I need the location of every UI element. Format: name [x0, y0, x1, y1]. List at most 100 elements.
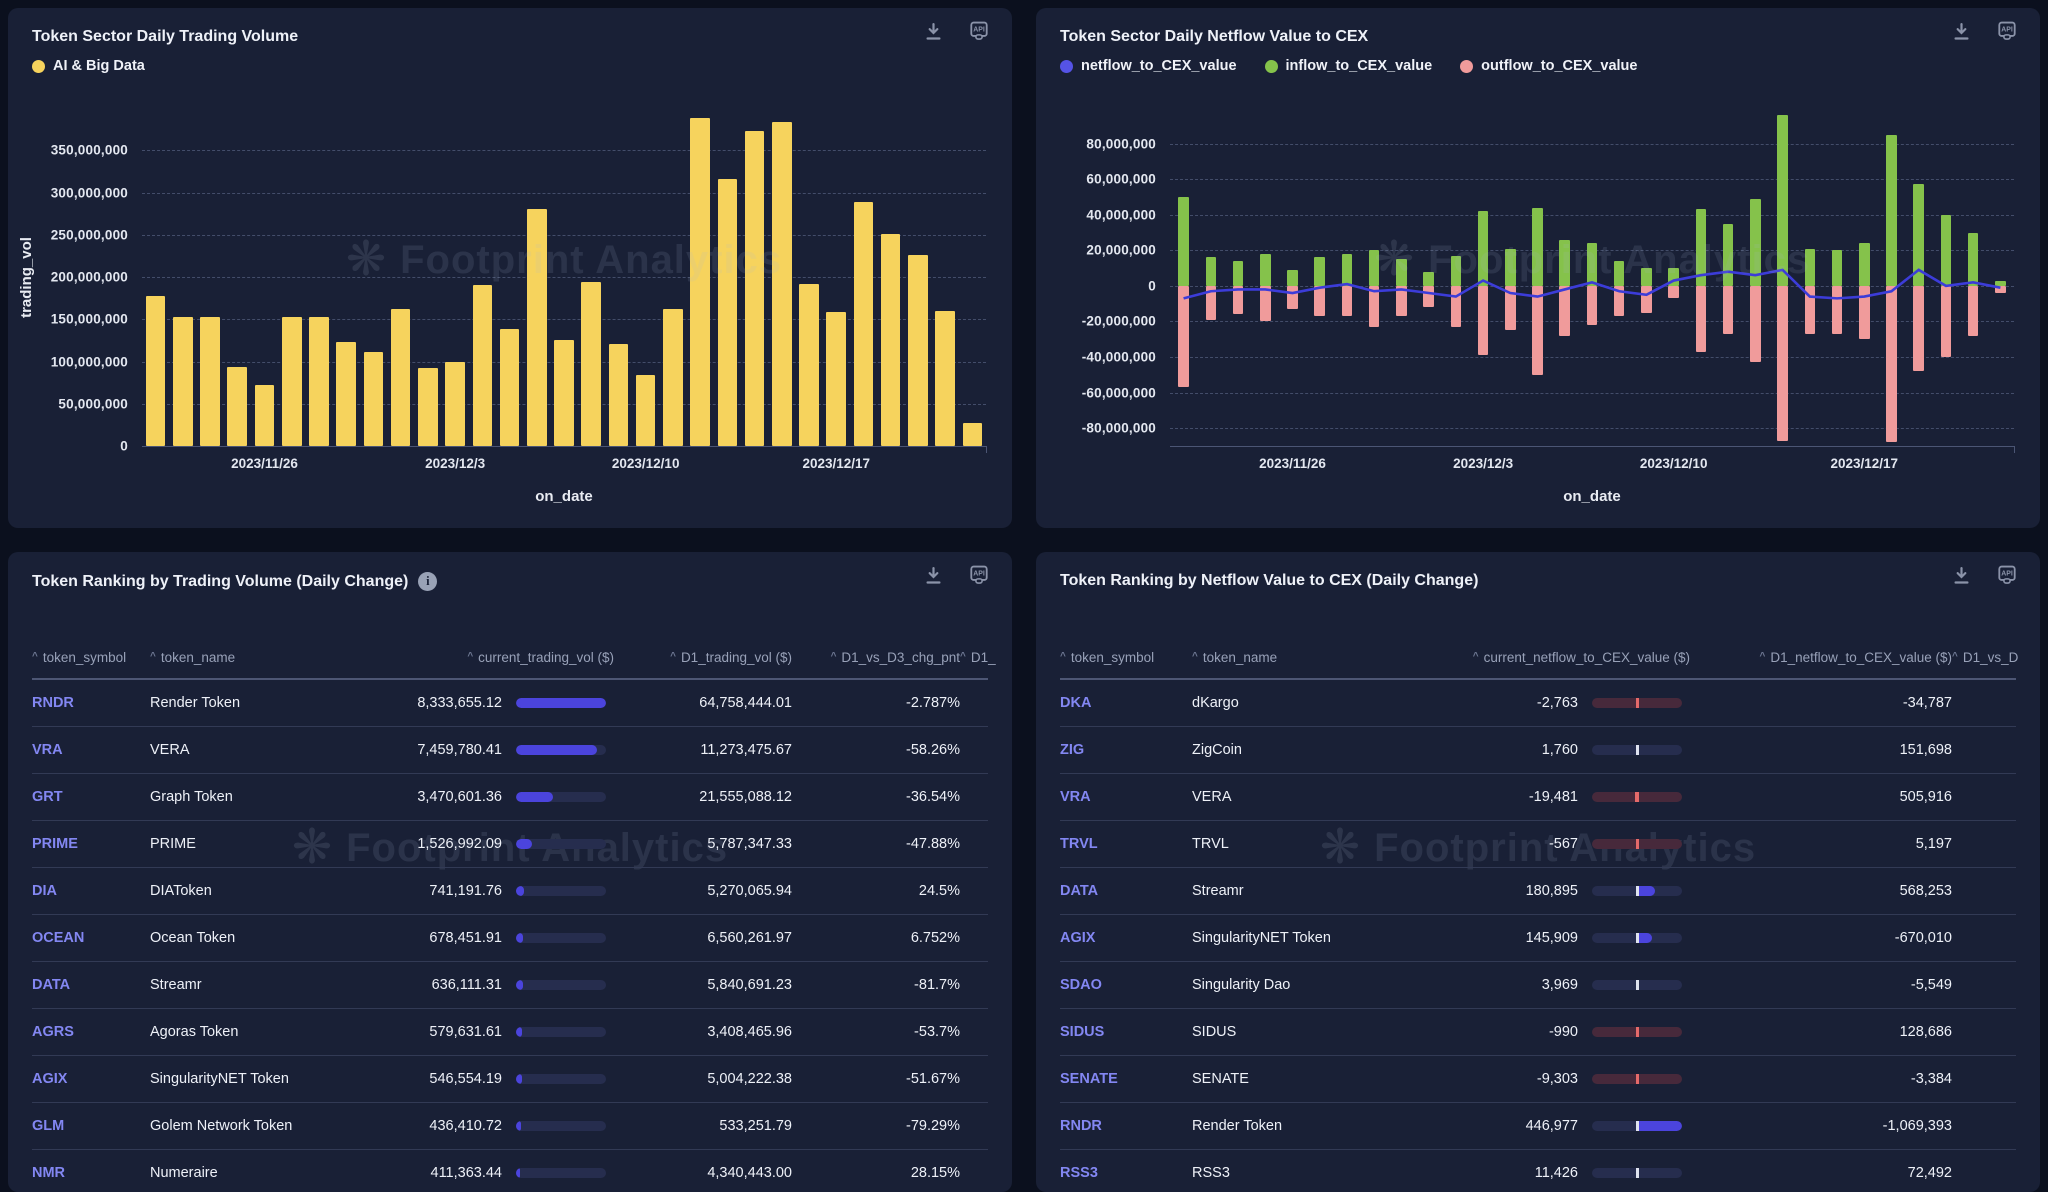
download-icon[interactable] [1950, 20, 1972, 42]
cell-token-symbol[interactable]: VRA [1060, 789, 1192, 805]
column-header-d1-netflow-to-cex-value-[interactable]: ^D1_netflow_to_CEX_value ($) [1690, 650, 1952, 665]
cell-token-name: Ocean Token [150, 930, 362, 946]
cell-token-name: DIAToken [150, 883, 362, 899]
legend-label: AI & Big Data [53, 58, 145, 74]
bar-fill [516, 839, 532, 849]
cell-token-symbol[interactable]: AGIX [1060, 930, 1192, 946]
download-icon[interactable] [922, 564, 944, 586]
sort-caret-icon: ^ [1952, 651, 1958, 662]
volume-bar [554, 340, 574, 446]
legend-item[interactable]: outflow_to_CEX_value [1460, 58, 1637, 74]
plot-area: ❋ Footprint Analytics [1170, 108, 2014, 447]
cell-current-value: 636,111.31 [362, 977, 502, 993]
api-icon-label: API [973, 571, 985, 578]
volume-bar [745, 131, 765, 446]
cell-d1-value: 5,004,222.38 [614, 1071, 792, 1087]
cell-d1-value: 533,251.79 [614, 1118, 792, 1134]
bar-fill-positive [1637, 886, 1655, 896]
api-icon[interactable]: API [1996, 564, 2018, 586]
legend-dot [1060, 60, 1073, 73]
cell-token-symbol[interactable]: ZIG [1060, 742, 1192, 758]
volume-bar [309, 317, 329, 446]
cell-token-symbol[interactable]: DATA [1060, 883, 1192, 899]
column-header-d1-[interactable]: ^D1_ [960, 650, 996, 665]
cell-token-symbol[interactable]: NMR [32, 1165, 150, 1181]
bar-fill [516, 1121, 521, 1131]
cell-token-symbol[interactable]: DATA [32, 977, 150, 993]
cell-token-symbol[interactable]: DIA [32, 883, 150, 899]
cell-token-symbol[interactable]: SIDUS [1060, 1024, 1192, 1040]
bar-track [1592, 980, 1682, 990]
legend-item[interactable]: inflow_to_CEX_value [1265, 58, 1433, 74]
cell-token-symbol[interactable]: SENATE [1060, 1071, 1192, 1087]
y-axis-labels: 050,000,000100,000,000150,000,000200,000… [8, 108, 128, 446]
cell-d1-value: 4,340,443.00 [614, 1165, 792, 1181]
netflow-chart: 80,000,00060,000,00040,000,00020,000,000… [1036, 8, 2040, 528]
legend-item[interactable]: netflow_to_CEX_value [1060, 58, 1237, 74]
sort-caret-icon: ^ [1473, 651, 1479, 662]
column-header-current-trading-vol-[interactable]: ^current_trading_vol ($) [362, 650, 614, 665]
cell-current-value: 7,459,780.41 [362, 742, 502, 758]
cell-token-symbol[interactable]: RNDR [1060, 1118, 1192, 1134]
bar-fill-positive [1637, 1121, 1682, 1131]
cell-current-value: 145,909 [1430, 930, 1578, 946]
cell-token-symbol[interactable]: VRA [32, 742, 150, 758]
column-header-token-name[interactable]: ^token_name [150, 650, 362, 665]
y-tick-label: -60,000,000 [1082, 385, 1156, 400]
cell-token-symbol[interactable]: TRVL [1060, 836, 1192, 852]
bar-center-tick [1636, 1074, 1639, 1084]
table-row: DATAStreamr180,895568,253 [1060, 868, 2016, 915]
download-icon[interactable] [1950, 564, 1972, 586]
column-header-token-symbol[interactable]: ^token_symbol [32, 650, 150, 665]
api-icon[interactable]: API [968, 20, 990, 42]
cell-d1-value: -3,384 [1690, 1071, 1952, 1087]
volume-bar [391, 309, 411, 446]
cell-value-bar [1578, 886, 1690, 896]
info-icon[interactable]: i [418, 572, 437, 591]
download-icon[interactable] [922, 20, 944, 42]
cell-current-value: -567 [1430, 836, 1578, 852]
legend-item[interactable]: AI & Big Data [32, 58, 145, 74]
column-header-d1-trading-vol-[interactable]: ^D1_trading_vol ($) [614, 650, 792, 665]
cell-token-symbol[interactable]: RSS3 [1060, 1165, 1192, 1181]
column-header-d1-vs-d[interactable]: ^ D1_vs_D [1952, 650, 2018, 665]
cell-token-symbol[interactable]: AGRS [32, 1024, 150, 1040]
cell-value-bar [502, 1074, 614, 1084]
bar-track [516, 839, 606, 849]
api-icon-label: API [973, 27, 985, 34]
cell-token-symbol[interactable]: AGIX [32, 1071, 150, 1087]
cell-token-symbol[interactable]: GLM [32, 1118, 150, 1134]
cell-value-bar [1578, 745, 1690, 755]
x-tick-label: 2023/11/26 [1259, 456, 1326, 471]
column-header-token-name[interactable]: ^token_name [1192, 650, 1430, 665]
bar-track [1592, 792, 1682, 802]
bar-track [516, 980, 606, 990]
sort-caret-icon: ^ [1192, 651, 1198, 662]
api-icon[interactable]: API [1996, 20, 2018, 42]
column-header-label: D1_ [971, 650, 996, 665]
bar-fill [516, 980, 523, 990]
cell-token-symbol[interactable]: OCEAN [32, 930, 150, 946]
panel-netflow-chart: Token Sector Daily Netflow Value to CEX … [1036, 8, 2040, 528]
cell-value-bar [502, 745, 614, 755]
table-row: RSS3RSS311,42672,492 [1060, 1150, 2016, 1192]
volume-bar [527, 209, 547, 446]
cell-token-symbol[interactable]: DKA [1060, 695, 1192, 711]
cell-token-name: Golem Network Token [150, 1118, 362, 1134]
column-header-token-symbol[interactable]: ^token_symbol [1060, 650, 1192, 665]
bar-fill [516, 1168, 520, 1178]
cell-token-symbol[interactable]: GRT [32, 789, 150, 805]
api-icon[interactable]: API [968, 564, 990, 586]
column-header-label: D1_vs_D [1963, 650, 2019, 665]
cell-token-symbol[interactable]: PRIME [32, 836, 150, 852]
cell-token-symbol[interactable]: RNDR [32, 695, 150, 711]
bar-track [1592, 1027, 1682, 1037]
volume-bar [636, 375, 656, 446]
cell-token-symbol[interactable]: SDAO [1060, 977, 1192, 993]
column-header-d1-vs-d3-chg-pnt[interactable]: ^D1_vs_D3_chg_pnt [792, 650, 960, 665]
bar-center-tick [1636, 1027, 1639, 1037]
cell-token-name: RSS3 [1192, 1165, 1430, 1181]
cell-chg-pnt: -51.67% [792, 1071, 960, 1087]
column-header-current-netflow-to-cex-value-[interactable]: ^current_netflow_to_CEX_value ($) [1430, 650, 1690, 665]
chart-legend: netflow_to_CEX_value inflow_to_CEX_value o… [1060, 58, 1637, 74]
